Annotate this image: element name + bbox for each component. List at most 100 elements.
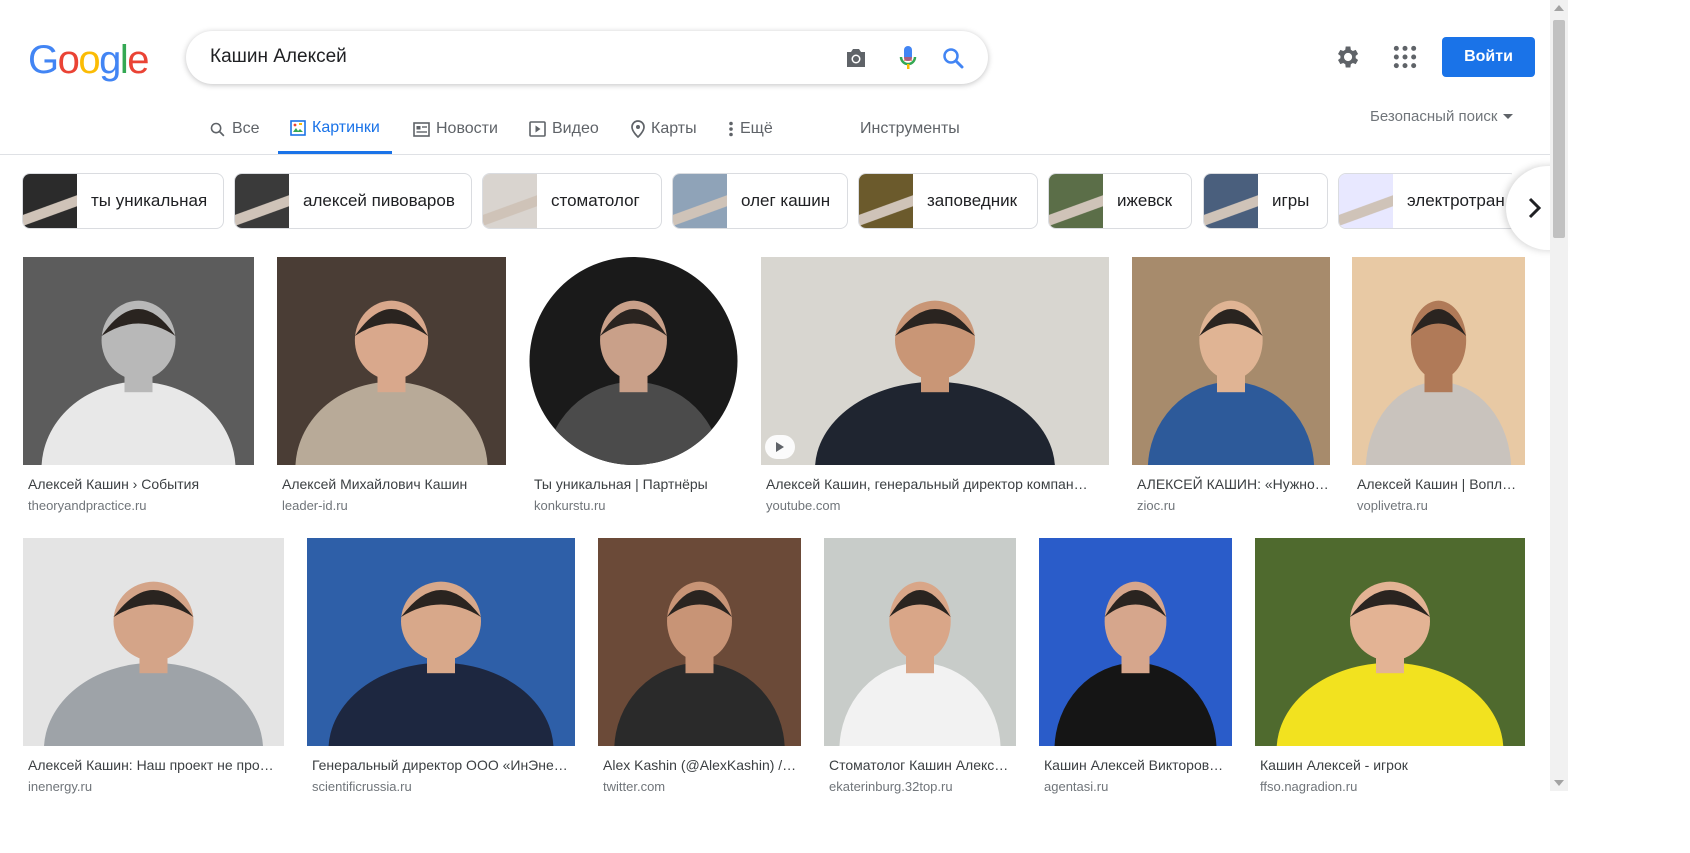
gear-icon[interactable] (1333, 43, 1361, 71)
chip-label: ты уникальная (91, 191, 208, 210)
result-source[interactable]: scientificrussia.ru (307, 779, 575, 794)
result-source[interactable]: leader-id.ru (277, 498, 506, 513)
result-thumbnail[interactable] (1352, 257, 1525, 465)
result-title[interactable]: Alex Kashin (@AlexKashin) /… (598, 757, 801, 773)
result-title[interactable]: Кашин Алексей - игрок (1255, 757, 1525, 773)
result-thumbnail[interactable] (1132, 257, 1330, 465)
tab-all[interactable]: Все (209, 105, 260, 153)
tab-more[interactable]: Ещё (728, 105, 773, 153)
result-title[interactable]: Генеральный директор ООО «ИнЭне… (307, 757, 575, 773)
related-chip[interactable]: ижевск (1048, 173, 1192, 229)
video-icon (529, 121, 546, 137)
person-photo (1132, 257, 1330, 465)
result-thumbnail[interactable] (1039, 538, 1232, 746)
image-result[interactable]: Ты уникальная | Партнёры konkurstu.ru (529, 257, 738, 513)
result-title[interactable]: Алексей Кашин | Вопл… (1352, 476, 1525, 492)
image-result[interactable]: Алексей Кашин › События theoryandpractice… (23, 257, 254, 513)
search-input[interactable]: Кашин Алексей (210, 46, 347, 68)
related-chip[interactable]: игры (1203, 173, 1328, 229)
tab-maps[interactable]: Карты (631, 105, 697, 153)
result-source[interactable]: theoryandpractice.ru (23, 498, 254, 513)
related-chip[interactable]: заповедник (858, 173, 1038, 229)
logo-letter: g (99, 38, 121, 82)
result-thumbnail[interactable] (761, 257, 1109, 465)
result-title[interactable]: Кашин Алексей Викторов… (1039, 757, 1232, 773)
result-source[interactable]: voplivetra.ru (1352, 498, 1525, 513)
result-thumbnail[interactable] (529, 257, 738, 465)
result-thumbnail[interactable] (824, 538, 1016, 746)
chip-label: алексей пивоваров (303, 191, 455, 210)
person-photo (1039, 538, 1232, 746)
camera-icon[interactable] (841, 43, 871, 73)
image-result[interactable]: Алексей Кашин | Вопл… voplivetra.ru (1352, 257, 1525, 513)
result-thumbnail[interactable] (23, 538, 284, 746)
related-chip[interactable]: ты уникальная (22, 173, 224, 229)
image-result[interactable]: Алексей Кашин, генеральный директор комп… (761, 257, 1109, 513)
tools-button[interactable]: Инструменты (860, 105, 960, 153)
scrollbar-thumb[interactable] (1553, 20, 1565, 238)
search-box[interactable]: Кашин Алексей (186, 31, 988, 84)
related-chip[interactable]: алексей пивоваров (234, 173, 472, 229)
chip-label: электротран (1407, 191, 1505, 210)
result-thumbnail[interactable] (1255, 538, 1525, 746)
result-thumbnail[interactable] (307, 538, 575, 746)
scroll-up-arrow-icon[interactable] (1554, 5, 1564, 11)
tab-label: Новости (436, 120, 498, 137)
result-title[interactable]: Алексей Кашин, генеральный директор комп… (761, 476, 1109, 492)
image-result[interactable]: Alex Kashin (@AlexKashin) /… twitter.com (598, 538, 801, 794)
result-title[interactable]: Ты уникальная | Партнёры (529, 476, 738, 492)
image-result[interactable]: Генеральный директор ООО «ИнЭне… scientif… (307, 538, 575, 794)
related-chip[interactable]: стоматолог (482, 173, 662, 229)
result-thumbnail[interactable] (277, 257, 506, 465)
search-icon[interactable] (938, 43, 968, 73)
logo-letter: e (127, 38, 149, 82)
related-chip[interactable]: электротран (1338, 173, 1512, 229)
result-thumbnail[interactable] (598, 538, 801, 746)
person-photo (23, 257, 254, 465)
image-result[interactable]: Кашин Алексей Викторов… agentasi.ru (1039, 538, 1232, 794)
play-icon[interactable] (765, 435, 795, 459)
chip-thumbnail (859, 174, 913, 228)
tab-label: Ещё (740, 120, 773, 137)
tab-label: Картинки (312, 119, 380, 136)
sign-in-button[interactable]: Войти (1442, 37, 1535, 77)
image-result[interactable]: Стоматолог Кашин Алекс… ekaterinburg.32to… (824, 538, 1016, 794)
result-title[interactable]: Алексей Кашин: Наш проект не про… (23, 757, 284, 773)
result-source[interactable]: youtube.com (761, 498, 1109, 513)
related-chip[interactable]: олег кашин (672, 173, 848, 229)
result-source[interactable]: twitter.com (598, 779, 801, 794)
more-vert-icon (729, 121, 733, 137)
scroll-down-arrow-icon[interactable] (1554, 780, 1564, 786)
apps-grid-icon[interactable] (1392, 44, 1418, 70)
tab-video[interactable]: Видео (529, 105, 599, 153)
image-result[interactable]: Кашин Алексей - игрок ffso.nagradion.ru (1255, 538, 1525, 794)
safe-search-dropdown[interactable]: Безопасный поиск (1370, 105, 1514, 127)
tab-news[interactable]: Новости (413, 105, 498, 153)
image-result[interactable]: Алексей Кашин: Наш проект не про… inenerg… (23, 538, 284, 794)
microphone-icon[interactable] (893, 43, 923, 73)
result-source[interactable]: agentasi.ru (1039, 779, 1232, 794)
chip-label: заповедник (927, 191, 1018, 210)
google-logo[interactable]: Google (28, 38, 149, 83)
result-source[interactable]: inenergy.ru (23, 779, 284, 794)
result-source[interactable]: ekaterinburg.32top.ru (824, 779, 1016, 794)
chip-label: стоматолог (551, 191, 640, 210)
result-source[interactable]: zioc.ru (1132, 498, 1330, 513)
dropdown-arrow-icon (1503, 113, 1514, 119)
image-result[interactable]: Алексей Михайлович Кашин leader-id.ru (277, 257, 506, 513)
tab-label: Видео (552, 120, 599, 137)
result-title[interactable]: АЛЕКСЕЙ КАШИН: «Нужно… (1132, 476, 1330, 492)
result-title[interactable]: Алексей Михайлович Кашин (277, 476, 506, 492)
person-photo (824, 538, 1016, 746)
tab-images[interactable]: Картинки (278, 105, 392, 154)
result-source[interactable]: ffso.nagradion.ru (1255, 779, 1525, 794)
result-thumbnail[interactable] (23, 257, 254, 465)
scrollbar[interactable] (1550, 0, 1568, 791)
chip-label: ижевск (1117, 191, 1173, 210)
chip-label: олег кашин (741, 191, 831, 210)
result-title[interactable]: Алексей Кашин › События (23, 476, 254, 492)
result-source[interactable]: konkurstu.ru (529, 498, 738, 513)
logo-letter: G (28, 38, 59, 82)
image-result[interactable]: АЛЕКСЕЙ КАШИН: «Нужно… zioc.ru (1132, 257, 1330, 513)
result-title[interactable]: Стоматолог Кашин Алекс… (824, 757, 1016, 773)
